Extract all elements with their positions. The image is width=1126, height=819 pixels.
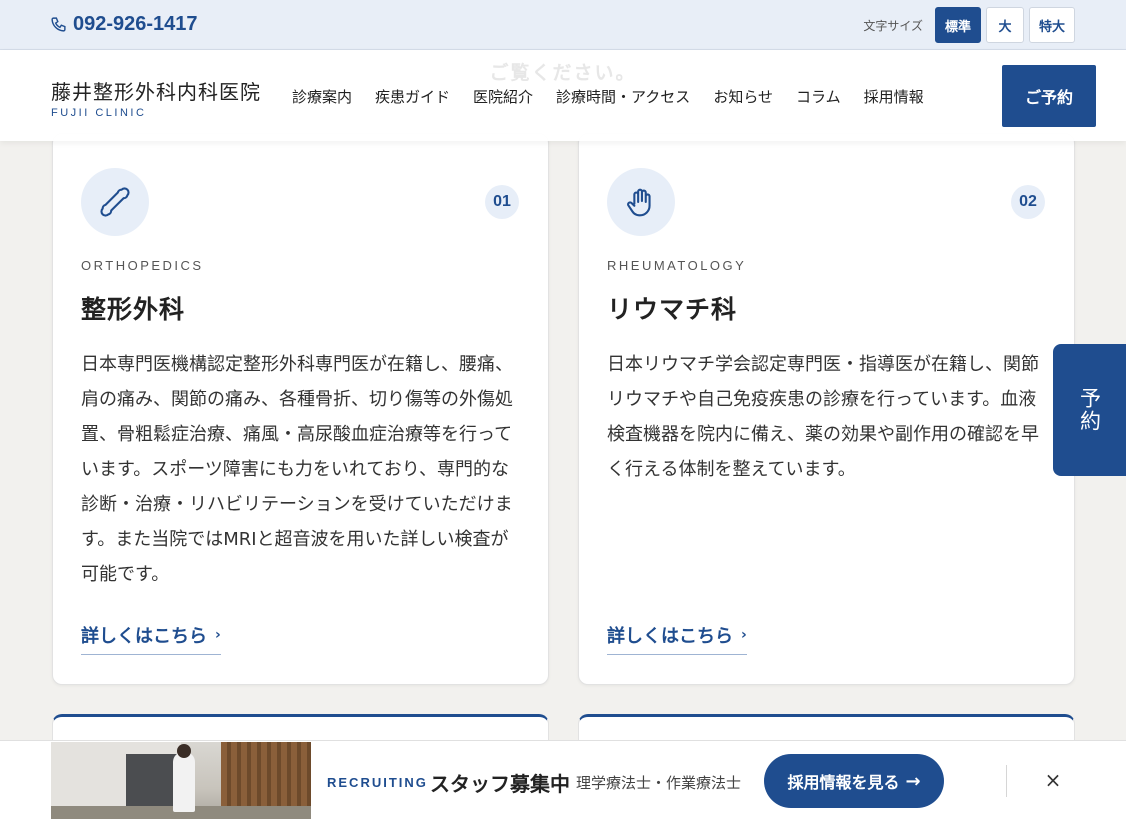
logo-en: FUJII CLINIC — [51, 107, 147, 119]
font-size-standard-button[interactable]: 標準 — [935, 7, 981, 43]
recruit-title: スタッフ募集中 — [430, 772, 570, 796]
font-size-large-button[interactable]: 大 — [986, 7, 1024, 43]
card-icon-wrap — [607, 168, 675, 236]
nav-item-recruit[interactable]: 採用情報 — [864, 86, 924, 107]
font-size-control: 文字サイズ 標準 大 特大 — [863, 7, 1075, 43]
font-size-label: 文字サイズ — [863, 18, 923, 33]
nav-item-clinic[interactable]: 医院紹介 — [473, 86, 533, 107]
recruit-button-label: 採用情報を見る — [787, 773, 900, 792]
close-icon[interactable]: × — [1041, 766, 1065, 794]
card-more-link[interactable]: 詳しくはこちら › — [81, 622, 221, 655]
recruit-photo — [51, 742, 311, 819]
card-title: リウマチ科 — [607, 295, 738, 324]
site-header: ご覧ください。 藤井整形外科内科医院 FUJII CLINIC 診療案内 疾患ガ… — [0, 50, 1126, 141]
side-reserve-label: 予約 — [1077, 387, 1102, 433]
card-en-label: RHEUMATOLOGY — [607, 258, 747, 273]
chevron-right-icon: › — [741, 627, 747, 643]
recruit-button[interactable]: 採用情報を見る → — [764, 754, 944, 808]
card-number: 01 — [485, 185, 519, 219]
phone-link[interactable]: 092-926-1417 — [50, 13, 198, 36]
side-reserve-button[interactable]: 予約 — [1053, 344, 1126, 476]
recruit-banner: RECRUITING スタッフ募集中 理学療法士・作業療法士 採用情報を見る →… — [0, 740, 1126, 819]
font-size-xlarge-button[interactable]: 特大 — [1029, 7, 1075, 43]
divider — [1006, 765, 1007, 797]
top-bar: 092-926-1417 文字サイズ 標準 大 特大 — [0, 0, 1126, 50]
phone-number: 092-926-1417 — [73, 13, 198, 35]
recruit-subtitle: 理学療法士・作業療法士 — [576, 774, 742, 792]
nav-item-column[interactable]: コラム — [796, 86, 841, 107]
card-more-label: 詳しくはこちら — [607, 626, 733, 647]
recruit-label: RECRUITING — [327, 775, 428, 790]
card-more-label: 詳しくはこちら — [81, 626, 207, 647]
nav-item-news[interactable]: お知らせ — [713, 86, 773, 107]
phone-icon — [51, 17, 66, 32]
nav-item-services[interactable]: 診療案内 — [292, 86, 352, 107]
card-number: 02 — [1011, 185, 1045, 219]
chevron-right-icon: › — [215, 627, 221, 643]
card-title: 整形外科 — [81, 295, 186, 324]
logo-jp: 藤井整形外科内科医院 — [51, 80, 261, 104]
card-en-label: ORTHOPEDICS — [81, 258, 204, 273]
reserve-button[interactable]: ご予約 — [1002, 65, 1096, 127]
nav-item-disease-guide[interactable]: 疾患ガイド — [375, 86, 450, 107]
service-card-rheumatology: 02 RHEUMATOLOGY リウマチ科 日本リウマチ学会認定専門医・指導医が… — [578, 133, 1075, 685]
service-card-orthopedics: 01 ORTHOPEDICS 整形外科 日本専門医機構認定整形外科専門医が在籍し… — [52, 133, 549, 685]
hand-icon — [627, 188, 651, 217]
card-icon-wrap — [81, 168, 149, 236]
card-description: 日本専門医機構認定整形外科専門医が在籍し、腰痛、肩の痛み、関節の痛み、各種骨折、… — [81, 354, 513, 585]
nav-item-hours-access[interactable]: 診療時間・アクセス — [556, 86, 690, 107]
site-logo[interactable]: 藤井整形外科内科医院 FUJII CLINIC — [51, 76, 261, 119]
card-more-link[interactable]: 詳しくはこちら › — [607, 622, 747, 655]
arrow-right-icon: → — [905, 770, 921, 792]
card-description: 日本リウマチ学会認定専門医・指導医が在籍し、関節リウマチや自己免疫疾患の診療を行… — [607, 354, 1039, 480]
bone-icon — [100, 187, 130, 217]
main-nav: 診療案内 疾患ガイド 医院紹介 診療時間・アクセス お知らせ コラム 採用情報 — [292, 86, 947, 107]
